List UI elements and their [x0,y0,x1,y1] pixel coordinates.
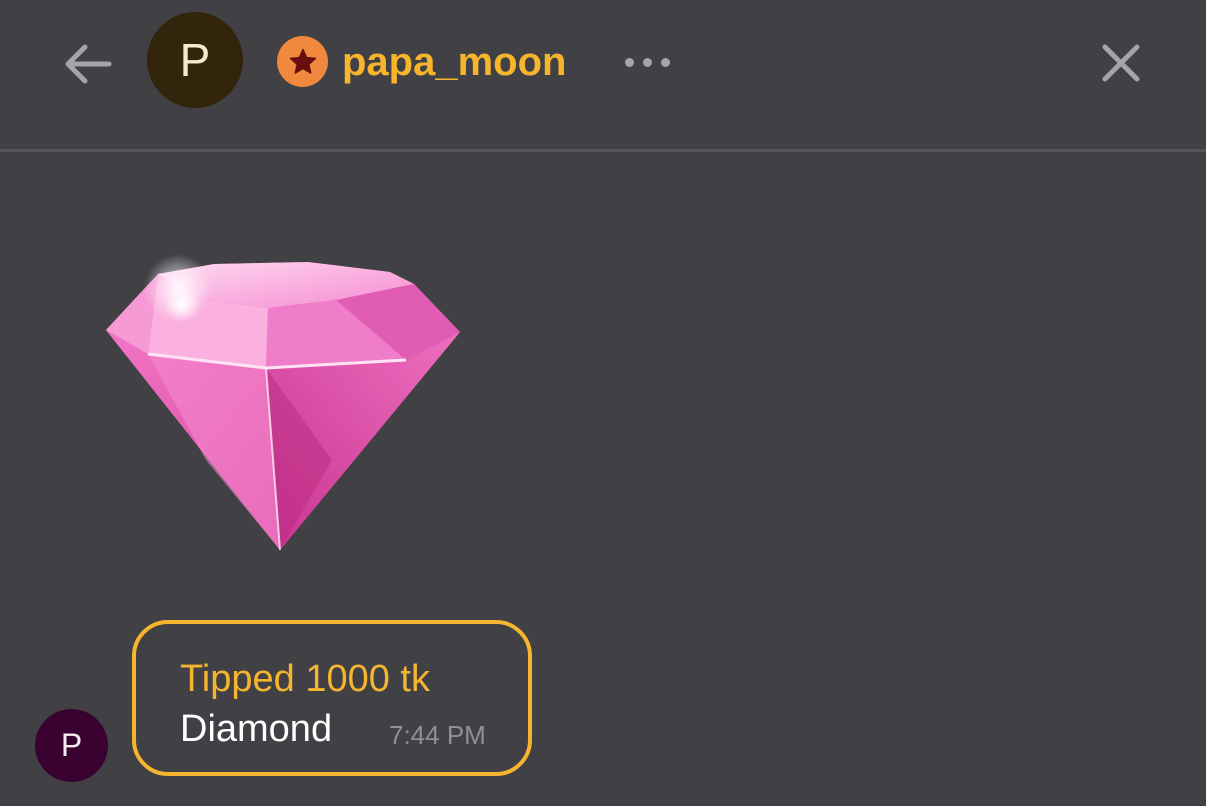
arrow-left-icon [65,44,112,84]
more-options-button[interactable] [614,44,680,80]
back-button[interactable] [56,34,118,94]
contact-avatar-initial: P [179,34,211,86]
close-button[interactable] [1092,34,1150,92]
sender-avatar-initial: P [60,727,83,763]
user-badge [277,36,328,87]
tip-amount-text: Tipped 1000 tk [180,658,430,700]
chat-screen: P papa_moon P Tipped 1000 tk Diamond 7:4… [0,0,1206,806]
gift-name-text: Diamond [180,708,333,750]
more-horizontal-icon-dot [660,57,670,67]
contact-avatar[interactable]: P [147,12,243,108]
header-divider [0,149,1206,152]
more-horizontal-icon-dot [642,57,652,67]
tip-message-bubble[interactable]: Tipped 1000 tk Diamond 7:44 PM [132,620,532,776]
more-horizontal-icon [624,57,634,67]
sender-avatar[interactable]: P [35,709,108,782]
chat-header: P papa_moon [0,0,1206,150]
star-icon [289,48,316,74]
message-timestamp: 7:44 PM [389,720,486,750]
close-icon [1102,44,1140,82]
contact-username[interactable]: papa_moon [342,34,566,90]
pink-diamond-icon [106,254,460,551]
